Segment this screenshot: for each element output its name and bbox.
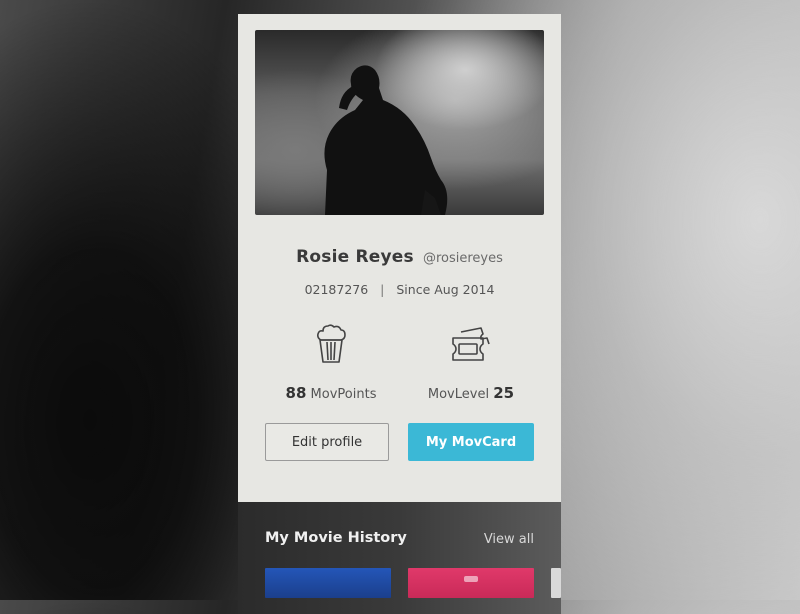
- movpoints-text: 88 MovPoints: [261, 384, 401, 402]
- movlevel-text: MovLevel 25: [401, 384, 541, 402]
- member-id: 02187276: [304, 282, 369, 297]
- profile-meta: 02187276 | Since Aug 2014: [238, 282, 561, 297]
- my-movcard-button[interactable]: My MovCard: [408, 423, 534, 461]
- movie-history-section: My Movie History View all: [238, 502, 561, 614]
- profile-name-row: Rosie Reyes @rosiereyes: [238, 247, 561, 267]
- edit-profile-button[interactable]: Edit profile: [265, 423, 389, 461]
- movlevel-value: 25: [493, 384, 515, 402]
- view-all-link[interactable]: View all: [484, 532, 534, 547]
- movie-history-title: My Movie History: [265, 530, 407, 546]
- movie-poster[interactable]: [265, 568, 391, 598]
- profile-handle[interactable]: @rosiereyes: [423, 251, 503, 266]
- movpoints-value: 88: [285, 384, 307, 402]
- movlevel-stat: MovLevel 25: [401, 324, 541, 402]
- movlevel-label: MovLevel: [427, 387, 490, 402]
- movpoints-stat: 88 MovPoints: [261, 324, 401, 402]
- profile-cover-photo: [255, 30, 544, 215]
- popcorn-icon: [317, 324, 346, 363]
- meta-separator: |: [380, 282, 385, 297]
- movie-poster[interactable]: [408, 568, 534, 598]
- profile-card: Rosie Reyes @rosiereyes 02187276 | Since…: [238, 14, 561, 614]
- movpoints-label: MovPoints: [310, 387, 377, 402]
- member-since: Since Aug 2014: [396, 282, 495, 297]
- profile-name: Rosie Reyes: [296, 247, 414, 267]
- ticket-icon: [452, 327, 490, 361]
- movie-poster[interactable]: [551, 568, 561, 598]
- concert-silhouette-image: [324, 65, 448, 215]
- poster-logo: [464, 576, 478, 582]
